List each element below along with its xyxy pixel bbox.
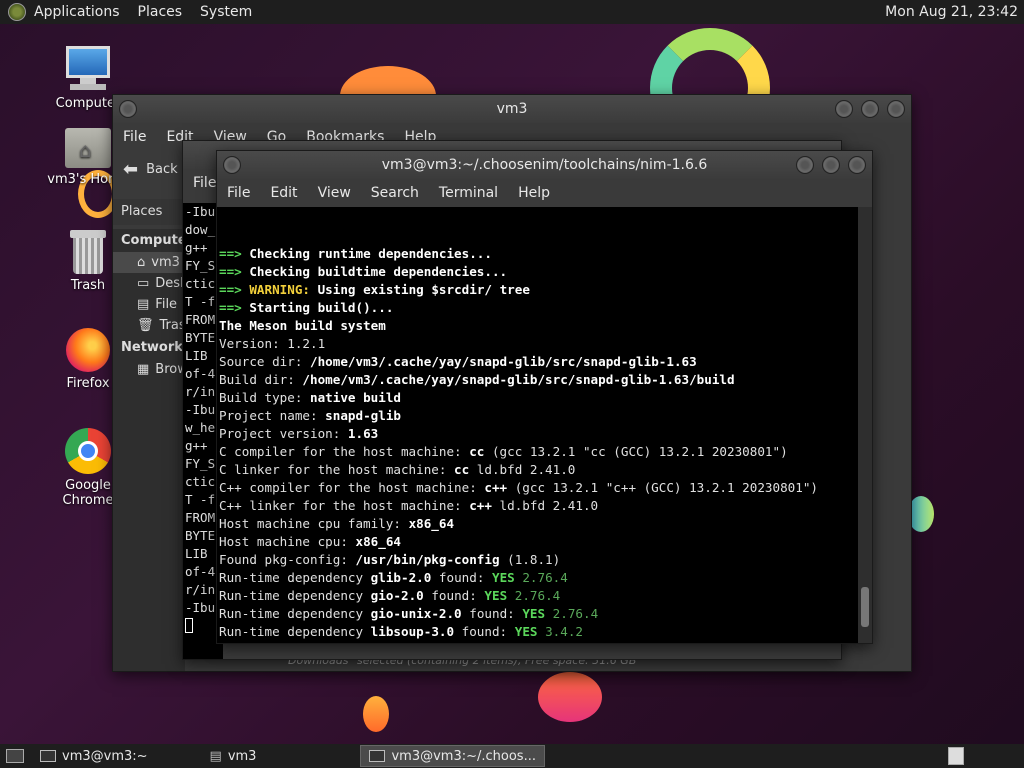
terminal-line: Run-time dependency glib-2.0 found: YES … [219,570,568,585]
terminal-icon [369,750,386,762]
minimize-button[interactable] [796,156,814,174]
sidebar-header-computer: Computer [121,233,194,248]
home-icon: ⌂ [137,255,146,270]
terminal-line: ==> WARNING: Using existing $srcdir/ tre… [219,282,530,297]
menu-help[interactable]: Help [518,185,550,201]
firefox-icon [66,328,110,372]
chrome-icon [65,428,111,474]
terminal-line: Project name: snapd-glib [219,408,401,423]
terminal-line: Run-time dependency gio-unix-2.0 found: … [219,606,599,621]
trash-small-icon: 🗑 [137,318,154,333]
terminal-line: The Meson build system [219,318,386,333]
terminal-line: Build dir: /home/vm3/.cache/yay/snapd-gl… [219,372,735,387]
terminal-line: ==> Checking runtime dependencies... [219,246,492,261]
top-panel: Applications Places System Mon Aug 21, 2… [0,0,1024,24]
minimize-button[interactable] [835,100,853,118]
terminal-line: C++ linker for the host machine: c++ ld.… [219,498,599,513]
terminal-output[interactable]: ==> Checking runtime dependencies... ==> … [217,207,858,643]
terminal-line: C compiler for the host machine: cc (gcc… [219,444,788,459]
menu-view[interactable]: View [318,185,351,201]
menu-applications[interactable]: Applications [34,4,120,20]
sidebar-item-trash[interactable]: 🗑Trash [113,315,185,336]
file-manager-sidebar: Computer ⌂vm3 ▭Desktop ▤File System 🗑Tra… [113,229,194,671]
terminal-line: C++ compiler for the host machine: c++ (… [219,480,818,495]
scrollbar-thumb[interactable] [861,587,869,627]
menu-file[interactable]: File [123,129,146,145]
show-desktop-icon[interactable] [6,749,24,763]
menu-search[interactable]: Search [371,185,419,201]
terminal-line: Version: 1.2.1 [219,336,326,351]
menu-system[interactable]: System [200,4,252,20]
maximize-button[interactable] [861,100,879,118]
close-button[interactable] [887,100,905,118]
taskbar-item-terminal-home[interactable]: vm3@vm3:~ [32,745,156,767]
maximize-button[interactable] [822,156,840,174]
desktop-icon: ▭ [137,276,150,291]
back-button[interactable]: Back [146,162,178,177]
workspace-switcher-icon[interactable] [948,747,964,765]
file-manager-titlebar[interactable]: vm3 [113,95,911,123]
terminal-line: Build type: native build [219,390,401,405]
sidebar-item-browse-network[interactable]: ▦Browse Network [113,359,185,380]
terminal-menubar: File Edit View Search Terminal Help [217,179,872,207]
bottom-panel: vm3@vm3:~ ▤ vm3 vm3@vm3:~/.choos... [0,744,1024,768]
sidebar-item-desktop[interactable]: ▭Desktop [113,273,185,294]
places-label: Places [121,204,163,219]
places-selector[interactable]: Places [113,199,183,225]
terminal-line: ==> Checking buildtime dependencies... [219,264,508,279]
taskbar-item-terminal-nim[interactable]: vm3@vm3:~/.choos... [360,745,545,767]
bg-orange-drop [363,696,389,732]
menu-file[interactable]: File [227,185,250,201]
terminal-line: Source dir: /home/vm3/.cache/yay/snapd-g… [219,354,697,369]
terminal-line: Run-time dependency libsoup-3.0 found: Y… [219,624,583,639]
drive-icon: ▤ [137,297,150,312]
terminal-line: ==> Starting build()... [219,300,394,315]
clock[interactable]: Mon Aug 21, 23:42 [885,4,1018,20]
terminal-line: Run-time dependency json-glib-1.0 found:… [219,641,858,643]
window-title: vm3@vm3:~/.choosenim/toolchains/nim-1.6.… [381,157,708,173]
bg-pink-blob [538,672,602,722]
network-icon: ▦ [137,362,150,377]
window-menu-icon[interactable] [119,100,137,118]
menu-edit[interactable]: Edit [270,185,297,201]
terminal-line: Found pkg-config: /usr/bin/pkg-config (1… [219,552,561,567]
folder-icon: ▤ [209,748,222,764]
terminal-scrollbar[interactable] [858,207,872,643]
menu-terminal[interactable]: Terminal [439,185,498,201]
back-arrow-icon: ⬅ [123,158,139,180]
window-menu-icon[interactable] [223,156,241,174]
terminal-line: Project version: 1.63 [219,426,379,441]
taskbar-item-file-manager[interactable]: ▤ vm3 [202,745,265,767]
terminal-icon [40,750,56,762]
terminal-line: Host machine cpu: x86_64 [219,534,401,549]
home-folder-icon: ⌂ [65,128,111,168]
terminal-window[interactable]: vm3@vm3:~/.choosenim/toolchains/nim-1.6.… [216,150,873,644]
distro-logo-icon[interactable] [8,3,26,21]
terminal-line: Host machine cpu family: x86_64 [219,516,455,531]
terminal-line: Run-time dependency gio-2.0 found: YES 2… [219,588,561,603]
terminal-line: C linker for the host machine: cc ld.bfd… [219,462,576,477]
menu-places[interactable]: Places [138,4,183,20]
sidebar-header-network: Network [121,340,183,355]
sidebar-item-home[interactable]: ⌂ vm3 [113,252,185,273]
terminal-cursor [185,618,193,633]
menu-file[interactable]: File [193,175,216,191]
computer-icon [64,46,112,92]
close-button[interactable] [848,156,866,174]
terminal-titlebar[interactable]: vm3@vm3:~/.choosenim/toolchains/nim-1.6.… [217,151,872,179]
trash-icon [70,230,106,274]
window-title: vm3 [496,101,528,117]
sidebar-item-filesystem[interactable]: ▤File System [113,294,185,315]
